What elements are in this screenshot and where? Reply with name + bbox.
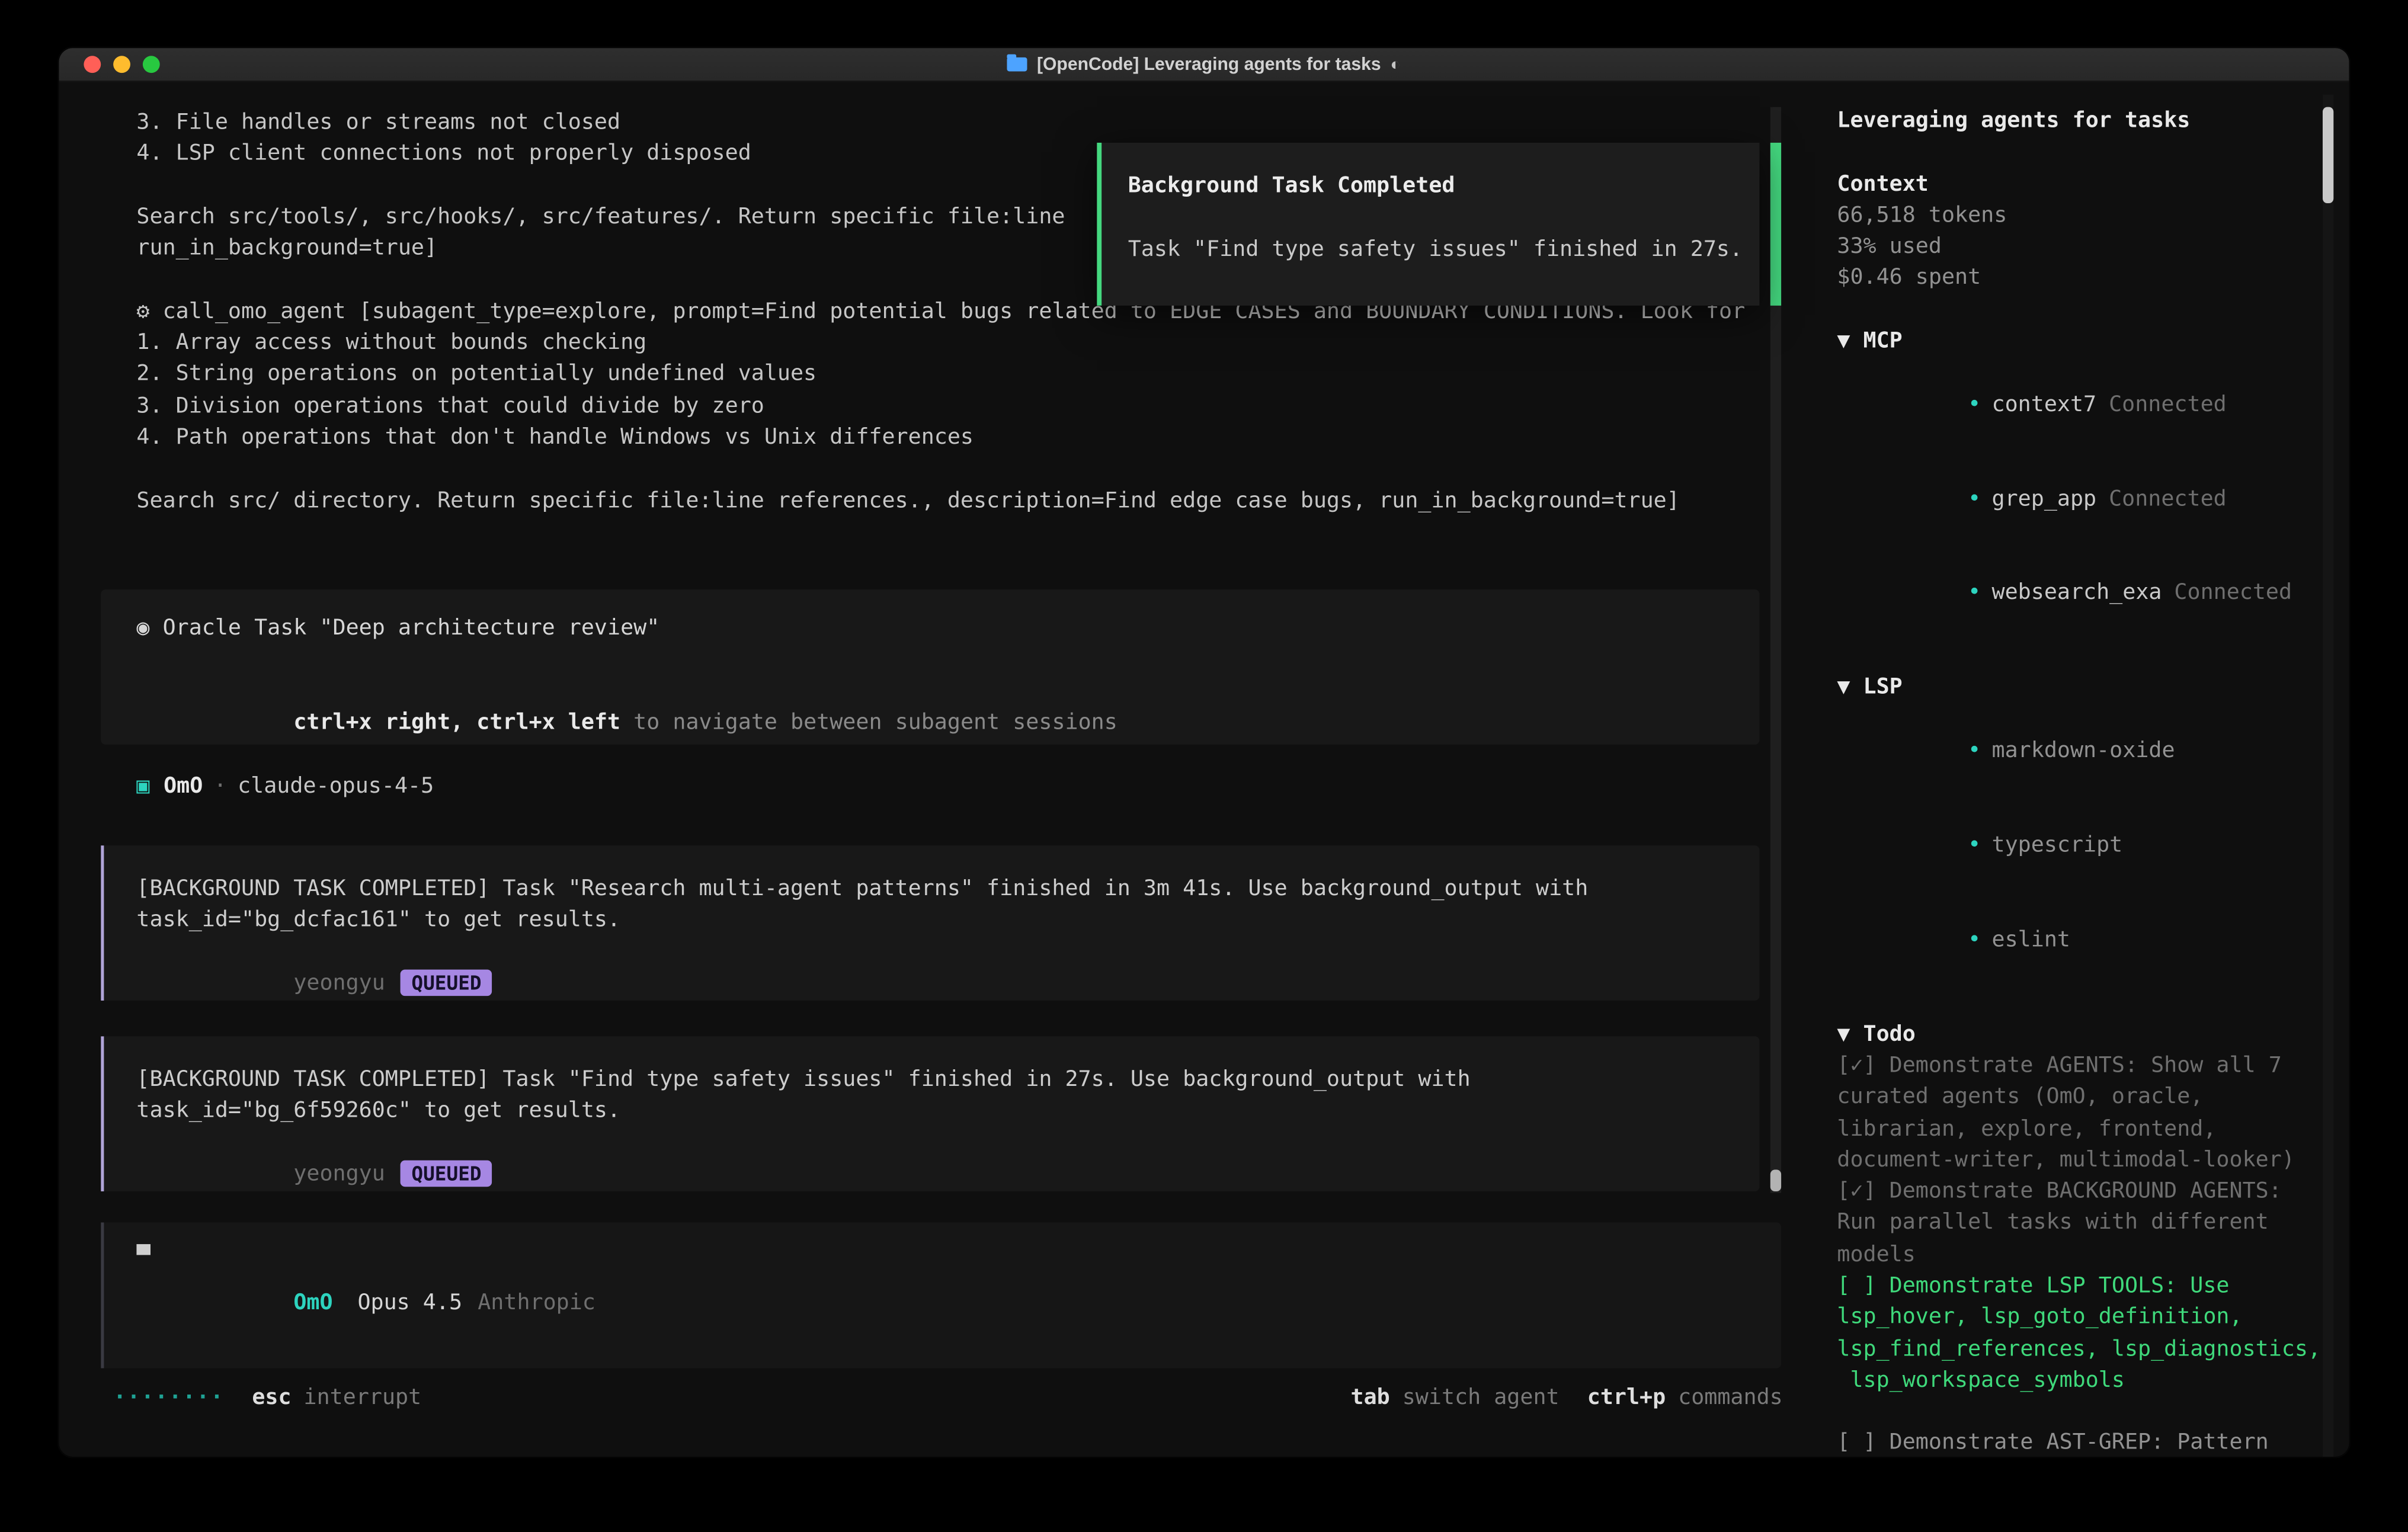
message-text: [BACKGROUND TASK COMPLETED] Task "Resear…	[136, 874, 1759, 905]
status-bar: ········ esc interrupt tab switch agent …	[59, 1378, 1814, 1418]
separator-dot: ·	[214, 774, 227, 799]
ctrlp-action-label: commands	[1678, 1386, 1783, 1411]
sidebar-scrollbar-thumb[interactable]	[2323, 107, 2333, 203]
todo-item-lsp-tools: [ ] Demonstrate LSP TOOLS: Use lsp_hover…	[1837, 1271, 2349, 1397]
zoom-button[interactable]	[143, 56, 160, 73]
blank-line	[1837, 294, 2349, 326]
queued-badge: QUEUED	[401, 970, 492, 996]
input-agent-name: OmO	[293, 1290, 332, 1315]
blank-line	[1837, 987, 2349, 1018]
blank-line	[1128, 202, 1760, 233]
blank-line	[1837, 137, 2349, 168]
input-model-name: Opus 4.5	[357, 1290, 462, 1315]
main-scrollbar-thumb[interactable]	[1770, 1169, 1781, 1191]
bullet-icon: •	[1968, 833, 1981, 858]
progress-circle-icon: ◐	[1390, 55, 1400, 73]
context-heading: Context	[1837, 168, 2349, 200]
main-scrollbar-track[interactable]	[1770, 107, 1781, 1193]
sidebar-scrollbar-track[interactable]	[2323, 95, 2333, 1459]
bullet-icon: •	[1968, 927, 1981, 952]
oracle-task-title: ◉ Oracle Task "Deep architecture review"	[136, 613, 1759, 644]
mcp-item: •context7Connected	[1837, 357, 2349, 451]
context-spent: $0.46 spent	[1837, 263, 2349, 294]
todo-item-background-agents: [✓] Demonstrate BACKGROUND AGENTS: Run p…	[1837, 1176, 2349, 1270]
agent-header: ▣ OmO · claude-opus-4-5	[59, 771, 1814, 802]
mcp-item: •websearch_exaConnected	[1837, 546, 2349, 640]
close-button[interactable]	[84, 56, 101, 73]
keybind-text: ctrl+x right, ctrl+x left	[293, 710, 620, 735]
tab-key-label: tab	[1351, 1386, 1390, 1411]
mcp-item: •grep_appConnected	[1837, 452, 2349, 546]
agent-model: claude-opus-4-5	[238, 774, 434, 799]
blank-line	[1837, 641, 2349, 672]
message-text: task_id="bg_dcfac161" to get results.	[136, 905, 1759, 937]
esc-key-label: esc	[252, 1386, 291, 1411]
terminal-window: [OpenCode] Leveraging agents for tasks ◐…	[57, 47, 2351, 1459]
esc-action-label: interrupt	[304, 1386, 422, 1411]
agent-icon: ▣	[136, 774, 149, 799]
terminal-line	[59, 453, 1814, 485]
lsp-item: •markdown-oxide	[1837, 704, 2349, 798]
todo-item-agents: [✓] Demonstrate AGENTS: Show all 7 curat…	[1837, 1050, 2349, 1177]
sidebar: Leveraging agents for tasks Context 66,5…	[1814, 82, 2349, 1457]
oracle-task-box[interactable]: ◉ Oracle Task "Deep architecture review"…	[101, 589, 1759, 745]
text-cursor	[136, 1244, 150, 1255]
folder-icon	[1007, 57, 1027, 72]
bullet-icon: •	[1968, 581, 1981, 606]
terminal-line: 4. Path operations that don't handle Win…	[59, 422, 1814, 453]
message-footer: yeongyu QUEUED	[136, 1127, 1759, 1222]
tab-action-label: switch agent	[1402, 1386, 1560, 1411]
lsp-item: •typescript	[1837, 798, 2349, 892]
window-title: [OpenCode] Leveraging agents for tasks ◐	[1007, 55, 1401, 73]
context-tokens: 66,518 tokens	[1837, 200, 2349, 232]
keybind-hint: to navigate between subagent sessions	[620, 710, 1117, 735]
bullet-icon: •	[1968, 392, 1981, 417]
message-text: [BACKGROUND TASK COMPLETED] Task "Find t…	[136, 1065, 1759, 1096]
scrollbar-highlight-segment	[1770, 143, 1781, 306]
message-footer: yeongyu QUEUED	[136, 937, 1759, 1031]
message-background-task-1: [BACKGROUND TASK COMPLETED] Task "Resear…	[101, 846, 1759, 1001]
lsp-section-heading[interactable]: ▼ LSP	[1837, 672, 2349, 704]
queued-badge: QUEUED	[401, 1161, 492, 1187]
mcp-section-heading[interactable]: ▼ MCP	[1837, 326, 2349, 357]
input-provider-name: Anthropic	[478, 1290, 595, 1315]
oracle-task-hint: ctrl+x right, ctrl+x left to navigate be…	[136, 675, 1759, 770]
minimize-button[interactable]	[113, 56, 130, 73]
input-footer: OmO Opus 4.5 Anthropic	[136, 1255, 1747, 1350]
todo-section-heading[interactable]: ▼ Todo	[1837, 1018, 2349, 1050]
toast-body: Task "Find type safety issues" finished …	[1128, 233, 1760, 265]
session-title: Leveraging agents for tasks	[1837, 105, 2349, 137]
traffic-lights	[84, 48, 159, 81]
blank-line	[136, 644, 1759, 675]
agent-name: OmO	[164, 774, 203, 799]
terminal-line: 1. Array access without bounds checking	[59, 328, 1814, 359]
desktop: [OpenCode] Leveraging agents for tasks ◐…	[0, 0, 2408, 1532]
author-name: yeongyu	[293, 971, 385, 996]
context-used: 33% used	[1837, 232, 2349, 263]
window-title-text: [OpenCode] Leveraging agents for tasks	[1037, 55, 1381, 73]
terminal-line: 3. File handles or streams not closed	[59, 107, 1814, 139]
terminal-line: 3. Division operations that could divide…	[59, 390, 1814, 422]
titlebar[interactable]: [OpenCode] Leveraging agents for tasks ◐	[59, 48, 2349, 82]
activity-dots: ········	[113, 1386, 224, 1411]
ctrlp-key-label: ctrl+p	[1587, 1386, 1666, 1411]
todo-item-ast-grep: [ ] Demonstrate AST-GREP: Pattern search…	[1837, 1428, 2349, 1457]
bullet-icon: •	[1968, 486, 1981, 511]
author-name: yeongyu	[293, 1162, 385, 1187]
message-background-task-2: [BACKGROUND TASK COMPLETED] Task "Find t…	[101, 1037, 1759, 1192]
notification-toast[interactable]: Background Task Completed Task "Find typ…	[1097, 143, 1759, 306]
terminal-line: 2. String operations on potentially unde…	[59, 359, 1814, 390]
bullet-icon: •	[1968, 738, 1981, 763]
message-text: task_id="bg_6f59260c" to get results.	[136, 1096, 1759, 1127]
toast-title: Background Task Completed	[1128, 171, 1760, 202]
prompt-input[interactable]: OmO Opus 4.5 Anthropic	[101, 1223, 1781, 1368]
lsp-item: •eslint	[1837, 893, 2349, 987]
terminal-line: Search src/ directory. Return specific f…	[59, 485, 1814, 516]
